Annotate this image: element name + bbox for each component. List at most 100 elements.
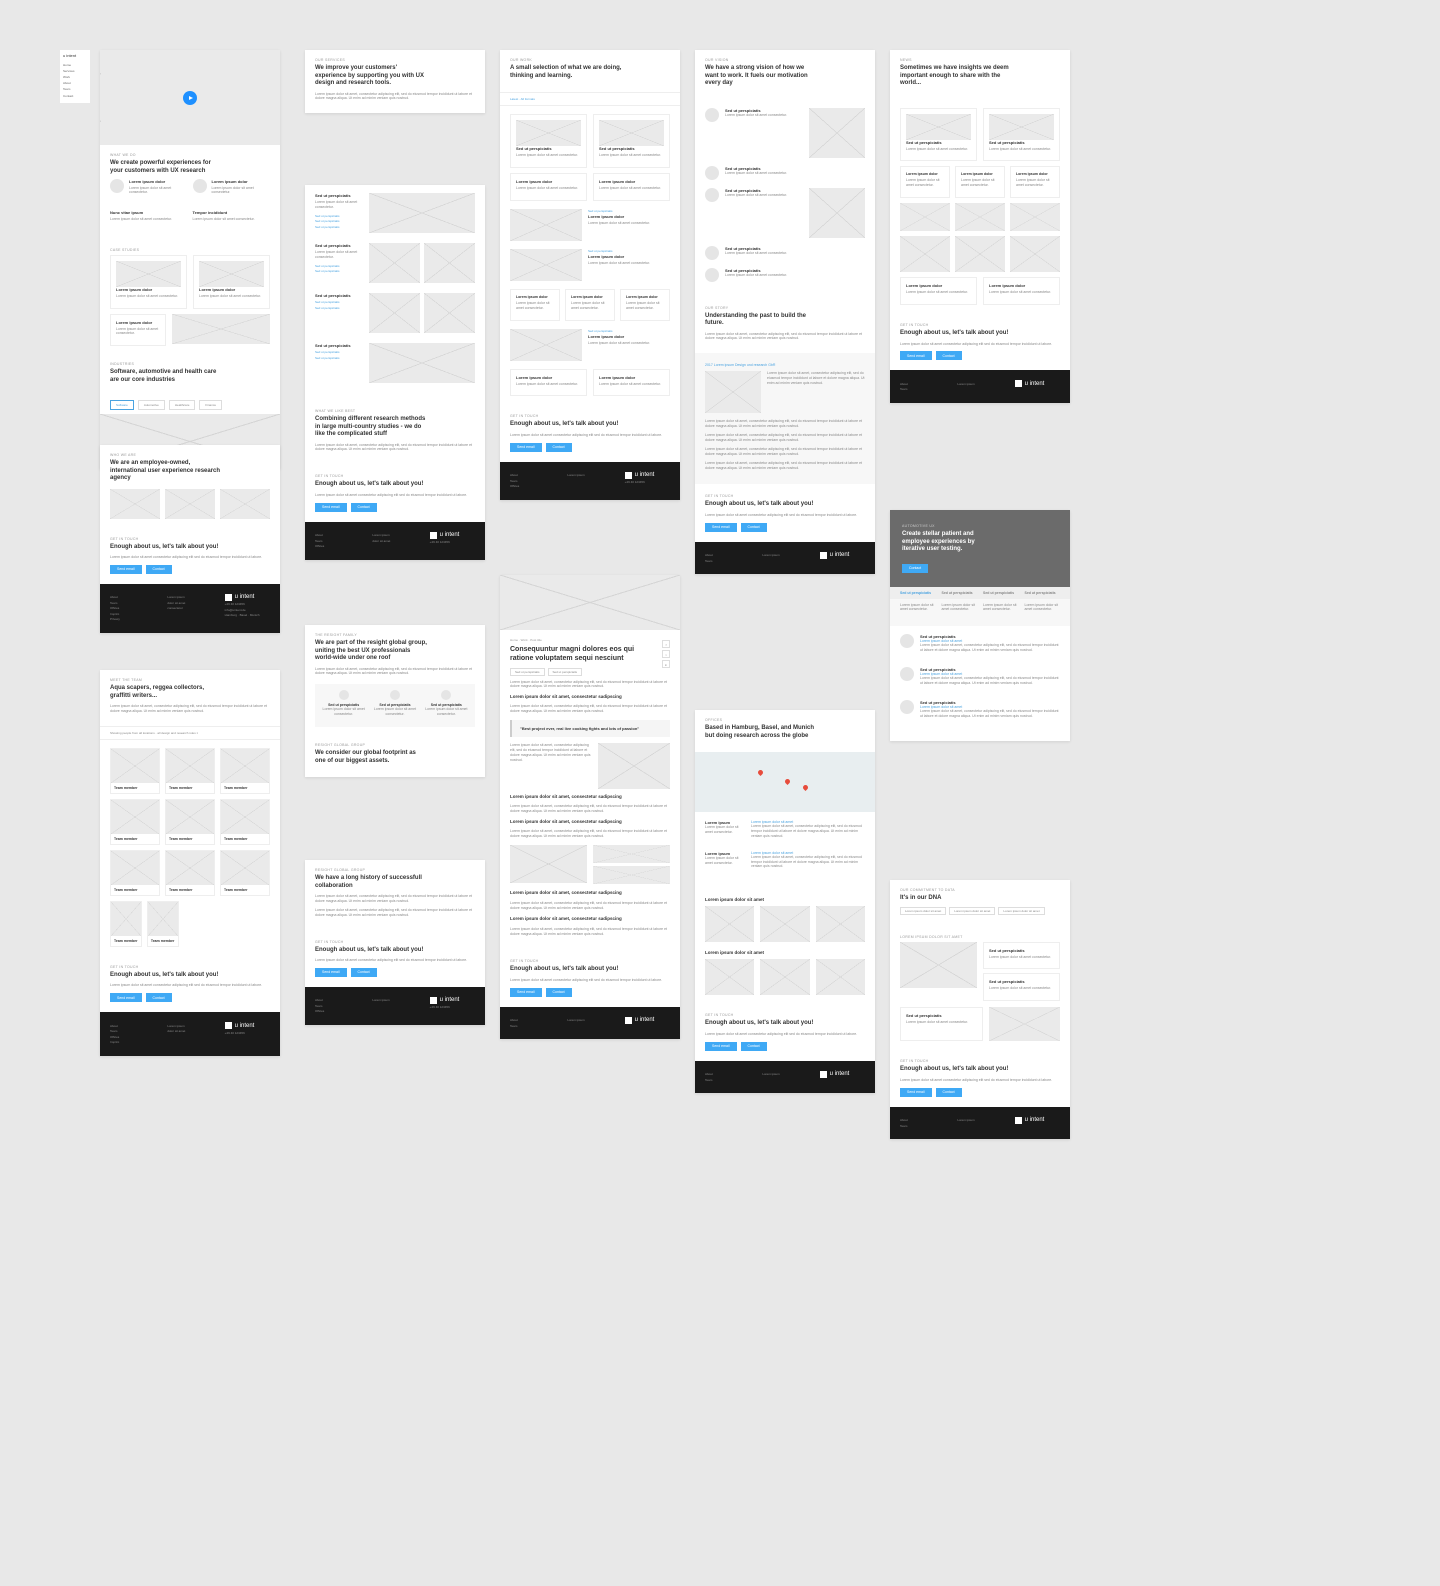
contact-button[interactable]: Contact	[546, 988, 572, 997]
news-card[interactable]: Lorem ipsum dolorLorem ipsum dolor sit a…	[955, 166, 1005, 198]
subtab[interactable]: Sed ut perspiciatis	[900, 591, 936, 595]
team-card[interactable]: Team member	[147, 901, 179, 947]
nav-item[interactable]: Work	[63, 75, 87, 79]
nav-item[interactable]: Home	[63, 63, 87, 67]
heading: We create powerful experiences for your …	[110, 160, 222, 175]
team-card[interactable]: Team member	[110, 748, 160, 794]
cta-button[interactable]: Contact	[902, 564, 928, 573]
map[interactable]	[695, 752, 875, 812]
team-card[interactable]: Team member	[110, 799, 160, 845]
feature-body: Lorem ipsum dolor sit amet consectetur.	[110, 217, 188, 222]
contact-button[interactable]: Contact	[936, 351, 962, 360]
work-card[interactable]: Lorem ipsum dolorLorem ipsum dolor sit a…	[593, 173, 670, 201]
news-card[interactable]: Lorem ipsum dolorLorem ipsum dolor sit a…	[900, 166, 950, 198]
hero-video[interactable]	[100, 50, 280, 145]
team-card[interactable]: Team member	[110, 850, 160, 896]
contact-button[interactable]: Contact	[351, 968, 377, 977]
dna-card[interactable]: Sed ut perspiciatisLorem ipsum dolor sit…	[983, 942, 1060, 970]
filter[interactable]: Latest · All formats	[510, 97, 535, 101]
tab[interactable]: Software	[110, 400, 134, 410]
team-card[interactable]: Team member	[165, 748, 215, 794]
email-button[interactable]: Send email	[510, 443, 542, 452]
contact-button[interactable]: Contact	[146, 565, 172, 574]
team-card[interactable]: Team member	[220, 850, 270, 896]
email-button[interactable]: Send email	[510, 988, 542, 997]
email-button[interactable]: Send email	[315, 503, 347, 512]
work-card[interactable]: Sed ut perspiciatisLorem ipsum dolor sit…	[510, 114, 587, 168]
work-card[interactable]: Lorem ipsum dolorLorem ipsum dolor sit a…	[620, 289, 670, 321]
filter-bar[interactable]: Showing people from all locations · all …	[100, 726, 280, 740]
value-icon	[705, 166, 719, 180]
email-button[interactable]: Send email	[315, 968, 347, 977]
card-title[interactable]: Lorem ipsum dolor	[199, 287, 264, 292]
breadcrumb[interactable]: Home · Work · Post title	[510, 638, 670, 642]
feature-title: Lorem ipsum dolor	[212, 179, 271, 184]
nav-item[interactable]: Team	[63, 87, 87, 91]
map-pin-icon[interactable]	[802, 784, 809, 791]
subtab[interactable]: Sed ut perspiciatis	[1025, 591, 1061, 595]
email-button[interactable]: Send email	[110, 993, 142, 1002]
tag-chip[interactable]: Sed ut perspiciatis	[510, 668, 545, 676]
tab[interactable]: Finance	[199, 400, 222, 410]
email-button[interactable]: Send email	[705, 1042, 737, 1051]
map-pin-icon[interactable]	[757, 769, 764, 776]
contact-button[interactable]: Contact	[741, 1042, 767, 1051]
contact-button[interactable]: Contact	[936, 1088, 962, 1097]
team-card[interactable]: Team member	[110, 901, 142, 947]
news-card[interactable]: Sed ut perspiciatisLorem ipsum dolor sit…	[983, 108, 1060, 162]
cta-heading: Enough about us, let's talk about you!	[110, 544, 222, 552]
feature-body: Lorem ipsum dolor sit amet consectetur.	[193, 217, 271, 222]
share-icons[interactable]: ftin	[662, 640, 670, 670]
footer: AboutTeamOfficesImprint Lorem ipsumdolor…	[100, 1012, 280, 1056]
tab[interactable]: Automotive	[138, 400, 165, 410]
email-button[interactable]: Send email	[900, 1088, 932, 1097]
work-card[interactable]: Lorem ipsum dolorLorem ipsum dolor sit a…	[510, 369, 587, 397]
dna-card[interactable]: Sed ut perspiciatisLorem ipsum dolor sit…	[900, 1007, 983, 1041]
page-history: RESIGHT GLOBAL GROUP We have a long hist…	[305, 860, 485, 1025]
contact-button[interactable]: Contact	[351, 503, 377, 512]
subtab[interactable]: Sed ut perspiciatis	[942, 591, 978, 595]
news-card[interactable]: Lorem ipsum dolorLorem ipsum dolor sit a…	[900, 277, 977, 305]
page-team: MEET THE TEAM Aqua scapers, reggea colle…	[100, 670, 280, 1056]
subtab[interactable]: Sed ut perspiciatis	[983, 591, 1019, 595]
work-card[interactable]: Sed ut perspiciatisLorem ipsum dolor sit…	[593, 114, 670, 168]
tag-chip[interactable]: Sed ut perspiciatis	[548, 668, 583, 676]
nav-item[interactable]: About	[63, 81, 87, 85]
team-card[interactable]: Team member	[220, 748, 270, 794]
work-card[interactable]: Lorem ipsum dolorLorem ipsum dolor sit a…	[593, 369, 670, 397]
work-card[interactable]: Lorem ipsum dolorLorem ipsum dolor sit a…	[565, 289, 615, 321]
dna-card[interactable]: Sed ut perspiciatisLorem ipsum dolor sit…	[983, 973, 1060, 1001]
work-card[interactable]: Lorem ipsum dolorLorem ipsum dolor sit a…	[510, 289, 560, 321]
news-card[interactable]: Lorem ipsum dolorLorem ipsum dolor sit a…	[983, 277, 1060, 305]
email-button[interactable]: Send email	[705, 523, 737, 532]
card-title[interactable]: Lorem ipsum dolor	[116, 320, 160, 325]
chip[interactable]: Lorem ipsum dolor sit amet	[900, 907, 946, 915]
tab[interactable]: Healthcare	[169, 400, 196, 410]
nav-item[interactable]: Contact	[63, 94, 87, 98]
feature-body: Lorem ipsum dolor sit amet consectetur.	[212, 186, 271, 196]
email-button[interactable]: Send email	[110, 565, 142, 574]
feature-title: Lorem ipsum dolor	[129, 179, 188, 184]
chip[interactable]: Lorem ipsum dolor sit amet	[949, 907, 995, 915]
heading: We improve your customers' experience by…	[315, 65, 427, 88]
eyebrow: WHAT WE DO	[110, 153, 270, 157]
logo: u intent	[63, 53, 87, 59]
news-card[interactable]: Sed ut perspiciatisLorem ipsum dolor sit…	[900, 108, 977, 162]
page-services-body: Sed ut perspiciatisLorem ipsum dolor sit…	[305, 185, 485, 560]
team-card[interactable]: Team member	[165, 850, 215, 896]
news-card[interactable]: Lorem ipsum dolorLorem ipsum dolor sit a…	[1010, 166, 1060, 198]
chip[interactable]: Lorem ipsum dolor sit amet	[998, 907, 1044, 915]
play-icon[interactable]	[183, 91, 197, 105]
card-title[interactable]: Lorem ipsum dolor	[116, 287, 181, 292]
contact-button[interactable]: Contact	[546, 443, 572, 452]
map-pin-icon[interactable]	[784, 778, 791, 785]
work-card[interactable]: Lorem ipsum dolorLorem ipsum dolor sit a…	[510, 173, 587, 201]
page-group: THE RESIGHT FAMILY We are part of the re…	[305, 625, 485, 777]
contact-button[interactable]: Contact	[146, 993, 172, 1002]
method-icon	[900, 700, 914, 714]
email-button[interactable]: Send email	[900, 351, 932, 360]
team-card[interactable]: Team member	[165, 799, 215, 845]
contact-button[interactable]: Contact	[741, 523, 767, 532]
nav-item[interactable]: Services	[63, 69, 87, 73]
team-card[interactable]: Team member	[220, 799, 270, 845]
